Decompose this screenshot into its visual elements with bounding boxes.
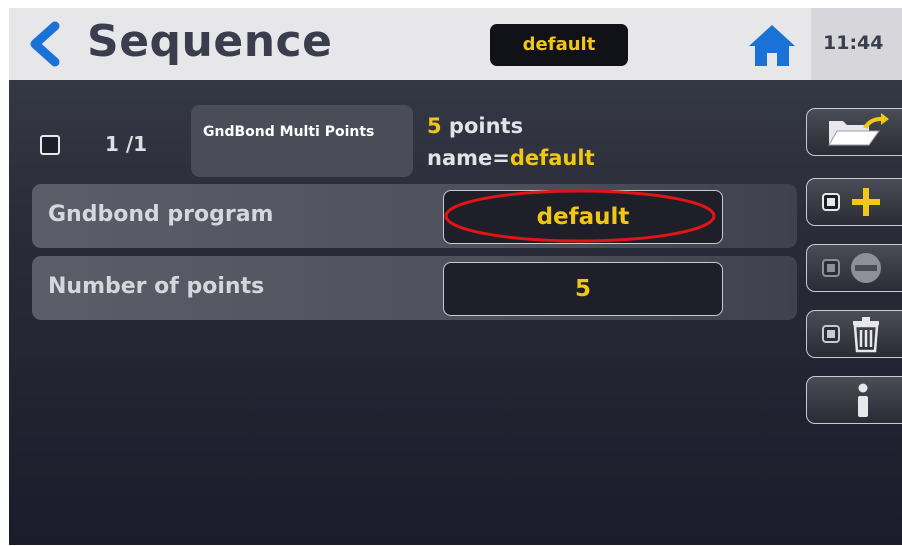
- clock: 11:44: [823, 32, 884, 54]
- trash-icon: [822, 317, 879, 353]
- step-counter: 1 /1: [105, 132, 148, 156]
- remove-test-button[interactable]: [806, 244, 902, 292]
- info-button[interactable]: [806, 376, 902, 424]
- screen: Sequence default 11:44 1 /1 GndBond Mult…: [9, 8, 902, 545]
- chevron-left-icon[interactable]: [25, 20, 65, 68]
- add-test-button[interactable]: [806, 178, 902, 226]
- sequence-name-badge: default: [490, 24, 628, 66]
- points-info: 5 points: [427, 114, 523, 138]
- test-type-button[interactable]: GndBond Multi Points: [191, 105, 413, 177]
- param-label: Number of points: [48, 274, 265, 299]
- info-icon: [858, 383, 868, 417]
- test-type-label: GndBond Multi Points: [203, 124, 375, 140]
- gndbond-program-field[interactable]: default: [443, 190, 723, 244]
- param-row-number-of-points: Number of points 5: [32, 256, 797, 320]
- name-value: default: [509, 146, 595, 170]
- home-icon[interactable]: [747, 22, 797, 68]
- name-info: name=default: [427, 146, 595, 170]
- number-of-points-field[interactable]: 5: [443, 262, 723, 316]
- points-count: 5: [427, 114, 442, 138]
- test-select-checkbox[interactable]: [40, 135, 60, 155]
- delete-test-button[interactable]: [806, 310, 902, 358]
- points-text: points: [441, 114, 524, 138]
- clock-box: 11:44: [811, 8, 902, 80]
- page-title: Sequence: [87, 16, 333, 67]
- param-label: Gndbond program: [48, 202, 274, 227]
- name-prefix: name=: [427, 146, 510, 170]
- add-icon: [822, 188, 880, 216]
- remove-icon: [822, 253, 881, 283]
- folder-open-icon: [828, 113, 889, 146]
- param-row-gndbond-program: Gndbond program default: [32, 184, 797, 248]
- header-bar: Sequence default 11:44: [9, 8, 902, 80]
- open-file-button[interactable]: [806, 108, 902, 156]
